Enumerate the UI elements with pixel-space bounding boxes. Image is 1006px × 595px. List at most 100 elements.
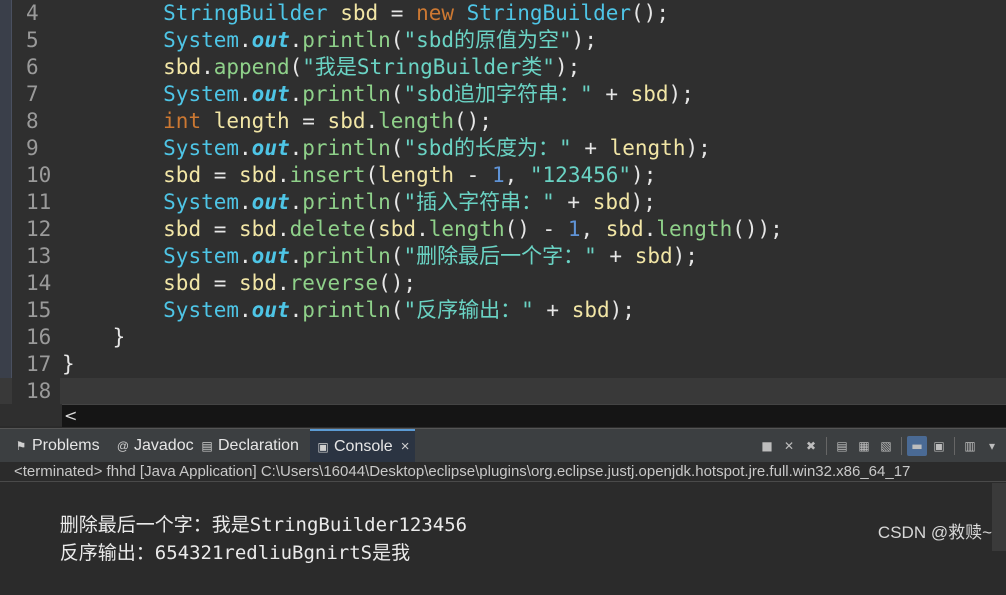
code-token: sbd xyxy=(327,109,366,133)
line-number: 7 xyxy=(26,82,39,106)
code-token: . xyxy=(239,82,252,106)
code-token: , xyxy=(504,163,530,187)
code-token: = xyxy=(201,163,240,187)
pin-console-icon[interactable]: ▾ xyxy=(982,436,1002,456)
code-area[interactable]: StringBuilder sbd = new StringBuilder();… xyxy=(62,0,1006,404)
code-line: System.out.println("sbd追加字符串：" + sbd); xyxy=(62,81,694,108)
code-token: "删除最后一个字：" xyxy=(403,244,597,268)
code-token: length xyxy=(656,217,733,241)
declaration-icon: ▤ xyxy=(201,439,213,453)
code-line: sbd = sbd.delete(sbd.length() - 1, sbd.l… xyxy=(62,216,783,243)
clear-console-icon[interactable]: ▤ xyxy=(832,436,852,456)
code-token: . xyxy=(289,190,303,214)
code-token: 1 xyxy=(491,163,505,187)
code-token: = xyxy=(201,271,240,295)
code-token: ( xyxy=(390,190,404,214)
tab-console-label: Console xyxy=(334,438,393,455)
code-token: sbd xyxy=(605,217,644,241)
code-token: StringBuilder xyxy=(163,1,328,25)
code-token: "sbd的长度为：" xyxy=(403,136,572,160)
terminate-icon[interactable]: ■ xyxy=(757,436,777,456)
code-token: + xyxy=(571,136,610,160)
code-token: println xyxy=(302,298,391,322)
code-token: "sbd追加字符串：" xyxy=(403,82,593,106)
code-token: . xyxy=(239,28,252,52)
code-token: (); xyxy=(378,271,417,295)
code-token: . xyxy=(289,298,303,322)
line-number: 15 xyxy=(26,298,52,322)
line-number: 10 xyxy=(26,163,52,187)
code-token: ( xyxy=(289,55,303,79)
editor-horizontal-scrollbar[interactable]: < xyxy=(62,404,1006,427)
code-token: sbd xyxy=(163,217,202,241)
line-number: 11 xyxy=(26,190,52,214)
code-token: sbd xyxy=(378,217,417,241)
code-token: = xyxy=(201,217,240,241)
code-token: + xyxy=(533,298,572,322)
scroll-left-icon[interactable]: < xyxy=(64,406,77,425)
code-token: . xyxy=(289,82,303,106)
close-icon[interactable]: × xyxy=(401,430,410,464)
code-token: ); xyxy=(672,244,698,268)
code-token: ()); xyxy=(732,217,783,241)
tab-declaration[interactable]: ▤ Declaration xyxy=(200,429,299,463)
toolbar-separator xyxy=(901,437,902,455)
code-token: + xyxy=(592,82,631,106)
code-token: . xyxy=(643,217,657,241)
code-token: sbd xyxy=(340,1,379,25)
code-token: println xyxy=(302,136,391,160)
line-number: 9 xyxy=(26,136,39,160)
tab-javadoc[interactable]: @ Javadoc xyxy=(116,429,194,463)
code-token: out xyxy=(251,82,290,106)
console-output[interactable]: 删除最后一个字：我是StringBuilder123456 反序输出：65432… xyxy=(0,483,1006,564)
code-line: int length = sbd.length(); xyxy=(62,108,492,135)
code-token: = xyxy=(378,1,417,25)
code-token: println xyxy=(302,82,391,106)
code-token: ); xyxy=(685,136,711,160)
code-token: sbd xyxy=(592,190,631,214)
code-token: ); xyxy=(571,28,597,52)
code-token: . xyxy=(289,136,303,160)
code-token: ( xyxy=(390,244,404,268)
console-toolbar: ■ ✕ ✖ ▤ ▦ ▧ ▬ ▣ ▥ ▾ xyxy=(757,429,1006,463)
code-token: sbd xyxy=(571,298,610,322)
code-token: System xyxy=(163,82,240,106)
scroll-lock-icon[interactable]: ▦ xyxy=(854,436,874,456)
remove-launch-icon[interactable]: ✕ xyxy=(779,436,799,456)
code-token: "123456" xyxy=(529,163,632,187)
code-token: . xyxy=(239,298,252,322)
code-token: sbd xyxy=(163,163,202,187)
show-console-on-stdout-icon[interactable]: ▬ xyxy=(907,436,927,456)
code-token: . xyxy=(365,109,379,133)
code-token: System xyxy=(163,28,240,52)
code-token: sbd xyxy=(634,244,673,268)
code-token: . xyxy=(239,190,252,214)
tab-console[interactable]: ▣ Console × xyxy=(310,429,416,464)
open-console-icon[interactable]: ▥ xyxy=(960,436,980,456)
console-vertical-scrollbar[interactable] xyxy=(992,483,1006,551)
code-token: delete xyxy=(289,217,366,241)
line-number: 16 xyxy=(26,325,52,349)
code-token: = xyxy=(289,109,328,133)
code-token: ); xyxy=(630,190,656,214)
code-token: . xyxy=(416,217,429,241)
code-token: int xyxy=(163,109,202,133)
code-line: System.out.println("插入字符串：" + sbd); xyxy=(62,189,656,216)
line-number: 4 xyxy=(26,1,39,25)
code-token: System xyxy=(163,190,240,214)
code-token: , xyxy=(580,217,606,241)
code-token: "插入字符串：" xyxy=(403,190,555,214)
code-token: . xyxy=(201,55,214,79)
code-token: ( xyxy=(390,136,404,160)
tab-problems[interactable]: ⚑ Problems xyxy=(14,429,100,463)
code-token: } xyxy=(112,325,126,349)
code-line: } xyxy=(62,324,126,351)
line-number: 5 xyxy=(26,28,39,52)
show-console-on-stderr-icon[interactable]: ▣ xyxy=(929,436,949,456)
line-number: 8 xyxy=(26,109,39,133)
code-editor[interactable]: 4 5 6 7 8 9 10 11 12 13 14 15 16 17 18 StringBuilder s… xyxy=(0,0,1006,404)
word-wrap-icon[interactable]: ▧ xyxy=(876,436,896,456)
code-line: } xyxy=(62,351,75,378)
remove-all-terminated-icon[interactable]: ✖ xyxy=(801,436,821,456)
